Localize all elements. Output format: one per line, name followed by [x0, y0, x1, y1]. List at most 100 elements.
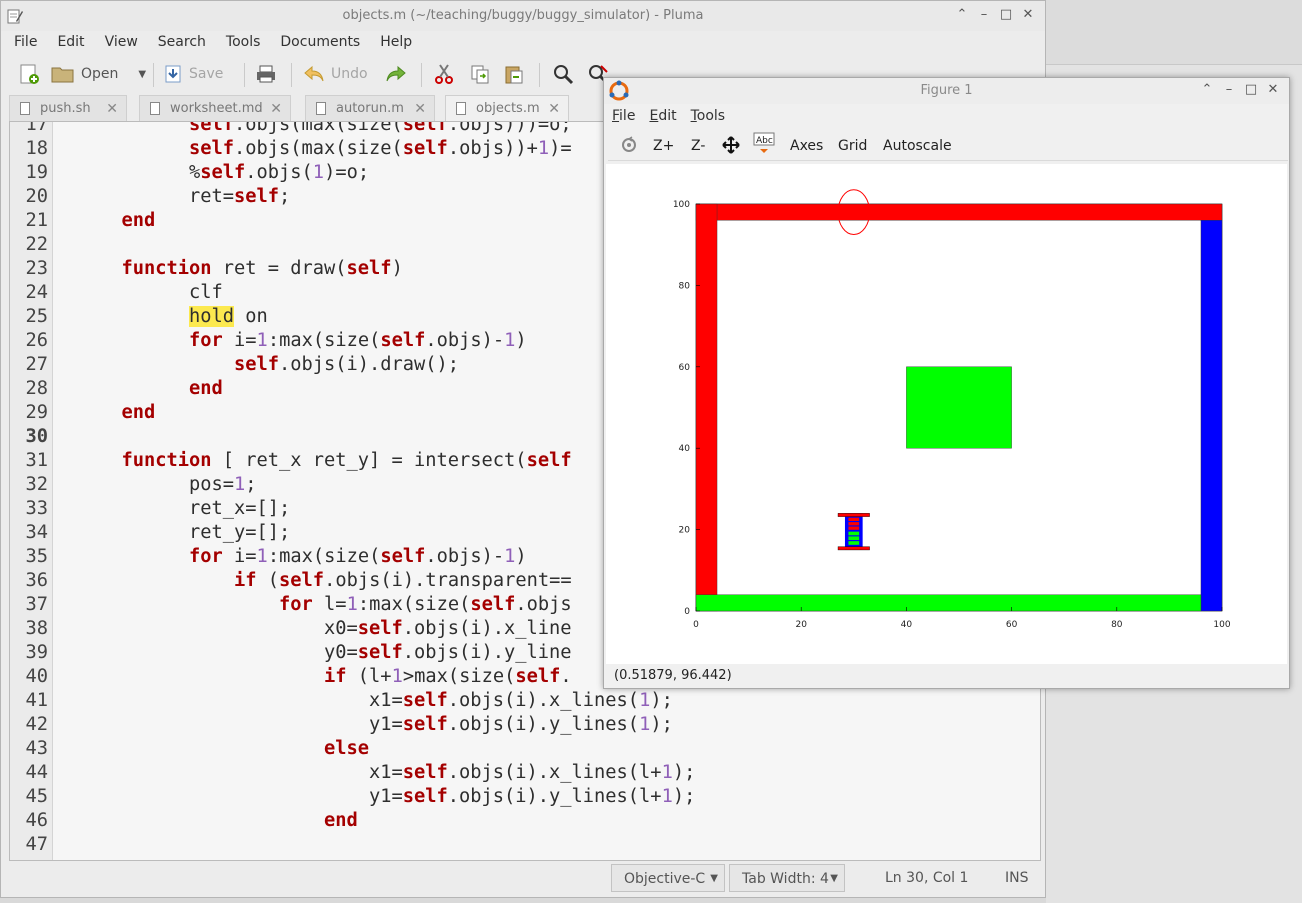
redo-button[interactable]	[385, 61, 407, 87]
new-document-icon	[20, 64, 39, 84]
axes-button[interactable]: Axes	[790, 136, 823, 156]
tab-objects-m[interactable]: objects.m ✕	[445, 95, 569, 121]
menu-search[interactable]: Search	[146, 31, 214, 53]
figure-menu-file[interactable]: File	[612, 105, 649, 127]
maximize-up-icon[interactable]: ⌃	[1196, 82, 1218, 97]
chevron-down-icon: ▼	[710, 873, 718, 884]
close-icon[interactable]: ✕	[1262, 82, 1284, 97]
line-number: 45	[25, 786, 48, 807]
x-tick-label: 20	[795, 620, 807, 630]
toolbar-separator	[291, 63, 292, 87]
undo-button[interactable]: Undo	[303, 61, 368, 87]
line-number: 37	[25, 594, 48, 615]
toolbar-separator	[421, 63, 422, 87]
close-tab-icon[interactable]: ✕	[106, 96, 118, 122]
line-number: 32	[25, 474, 48, 495]
menu-help[interactable]: Help	[368, 31, 420, 53]
line-number: 26	[25, 330, 48, 351]
rotate-icon	[622, 136, 636, 152]
line-number: 44	[25, 762, 48, 783]
find-button[interactable]	[552, 61, 574, 87]
tab-label: worksheet.md	[170, 101, 263, 116]
right-wall	[1200, 220, 1223, 612]
figure-titlebar[interactable]: Figure 1 ⌃ – □ ✕	[604, 78, 1289, 104]
toolbar-separator	[539, 63, 540, 87]
chevron-down-icon[interactable]: ▼	[138, 69, 146, 80]
zoom-in-button[interactable]: Z+	[653, 136, 674, 156]
minimize-icon[interactable]: –	[1218, 82, 1240, 97]
plot-svg[interactable]: 0 20 40 60 80 100 0 20 40 60 80 100	[606, 164, 1287, 664]
figure-toolbar: Z+ Z- Abc Axes Grid Autoscale	[608, 132, 1288, 161]
menu-edit[interactable]: Edit	[45, 31, 92, 53]
x-tick-label: 80	[1111, 620, 1123, 630]
figure-window-controls: ⌃ – □ ✕	[1196, 82, 1284, 97]
tab-width-label: Tab Width: 4	[742, 871, 829, 887]
maximize-up-icon[interactable]: ⌃	[951, 7, 973, 22]
line-number: 38	[25, 618, 48, 639]
folder-icon	[51, 67, 74, 83]
menu-documents[interactable]: Documents	[268, 31, 368, 53]
tab-worksheet-md[interactable]: worksheet.md ✕	[139, 95, 291, 121]
figure-menu-edit[interactable]: Edit	[649, 105, 690, 127]
rotate-button[interactable]	[620, 136, 638, 156]
document-icon	[456, 102, 466, 115]
paste-button[interactable]	[503, 61, 525, 87]
y-tick-label: 60	[679, 363, 691, 373]
buggy-front-axle	[837, 513, 870, 517]
copy-icon	[471, 65, 489, 84]
print-button[interactable]	[255, 61, 277, 87]
insert-mode: INS	[1005, 870, 1029, 886]
undo-label: Undo	[331, 66, 368, 82]
buggy-green-segment	[848, 531, 860, 536]
code-text: clf	[54, 282, 223, 303]
figure-menu-tools[interactable]: Tools	[691, 105, 740, 127]
line-number: 31	[25, 450, 48, 471]
code-text: if (self.objs(i).transparent==	[234, 570, 572, 591]
zoom-out-button[interactable]: Z-	[691, 136, 705, 156]
cursor-position: Ln 30, Col 1	[885, 870, 969, 886]
tab-push-sh[interactable]: push.sh ✕	[9, 95, 127, 121]
text-tool-button[interactable]: Abc	[753, 132, 775, 153]
line-number: 33	[25, 498, 48, 519]
statusbar: Objective-C ▼ Tab Width: 4 ▼ Ln 30, Col 1 …	[1, 861, 1045, 897]
document-icon	[316, 102, 326, 115]
line-number: 20	[25, 186, 48, 207]
code-text: %self.objs(1)=o;	[54, 162, 370, 183]
language-selector[interactable]: Objective-C ▼	[611, 864, 725, 892]
plot-canvas[interactable]: 0 20 40 60 80 100 0 20 40 60 80 100	[606, 164, 1287, 664]
cut-button[interactable]	[433, 61, 455, 87]
save-button[interactable]: Save	[163, 61, 223, 87]
minimize-icon[interactable]: –	[973, 7, 995, 22]
pluma-titlebar[interactable]: objects.m (~/teaching/buggy/buggy_simula…	[1, 1, 1045, 31]
new-button[interactable]	[18, 61, 40, 87]
menu-tools[interactable]: Tools	[214, 31, 269, 53]
pan-icon	[722, 136, 740, 154]
grid-button[interactable]: Grid	[838, 136, 867, 156]
autoscale-button[interactable]: Autoscale	[883, 136, 952, 156]
y-tick-label: 80	[679, 281, 691, 291]
line-number: 40	[25, 666, 48, 687]
obstacle	[906, 366, 1012, 449]
menu-view[interactable]: View	[93, 31, 146, 53]
tab-width-selector[interactable]: Tab Width: 4 ▼	[729, 864, 845, 892]
close-tab-icon[interactable]: ✕	[548, 96, 560, 122]
code-text: x1=self.objs(i).x_lines(1);	[54, 690, 673, 711]
close-tab-icon[interactable]: ✕	[414, 96, 426, 122]
undo-icon	[304, 65, 324, 82]
code-text: x0=self.objs(i).x_line	[54, 618, 572, 639]
restore-icon[interactable]: □	[995, 7, 1017, 22]
menu-file[interactable]: File	[1, 31, 45, 53]
code-text: self.objs(max(size(self.objs))+1)=	[189, 138, 572, 159]
code-text: end	[189, 378, 223, 399]
copy-button[interactable]	[469, 61, 491, 87]
restore-icon[interactable]: □	[1240, 82, 1262, 97]
close-icon[interactable]: ✕	[1017, 7, 1039, 22]
pan-button[interactable]	[722, 136, 740, 156]
code-text: pos=1;	[54, 474, 257, 495]
close-tab-icon[interactable]: ✕	[270, 96, 282, 122]
code-text: function [ ret_x ret_y] = intersect(self	[121, 450, 572, 471]
line-number: 25	[25, 306, 48, 327]
open-button[interactable]: Open ▼	[51, 61, 146, 87]
tab-label: objects.m	[476, 101, 540, 116]
tab-autorun-m[interactable]: autorun.m ✕	[305, 95, 435, 121]
